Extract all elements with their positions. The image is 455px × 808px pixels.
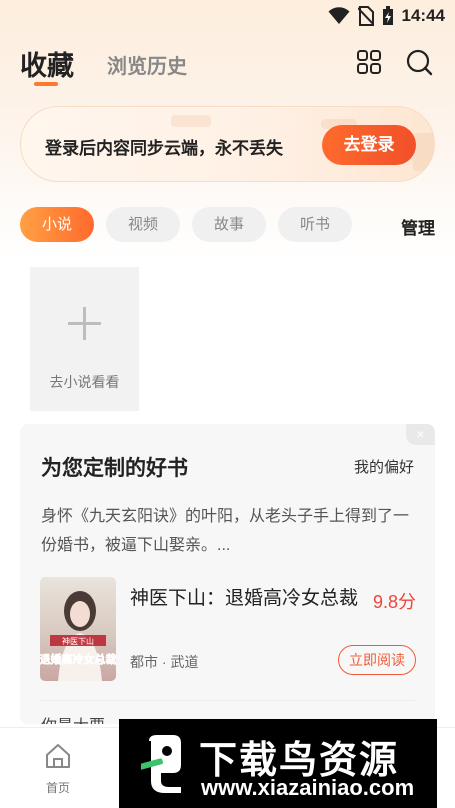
add-tile-label: 去小说看看 xyxy=(49,374,120,390)
recommendation-card: × 为您定制的好书 我的偏好 身怀《九天玄阳诀》的叶阳，从老头子手上得到了一份婚… xyxy=(20,424,435,724)
category-tab-novel[interactable]: 小说 xyxy=(20,207,94,242)
tab-home[interactable]: 首页 xyxy=(38,742,78,796)
category-tab-story[interactable]: 故事 xyxy=(192,207,266,242)
book-score: 9.8分 xyxy=(372,592,416,612)
bird-logo-icon xyxy=(141,735,181,793)
plus-icon-vertical xyxy=(83,307,86,340)
tab-home-label: 首页 xyxy=(45,781,70,795)
card-divider xyxy=(40,700,415,701)
close-icon[interactable]: × xyxy=(406,424,435,445)
book-description[interactable]: 身怀《九天玄阳诀》的叶阳，从老头子手上得到了一份婚书，被逼下山娶亲。... xyxy=(41,502,416,560)
watermark-url: www.xiazainiao.com xyxy=(201,775,415,800)
grid-icon[interactable] xyxy=(355,48,383,76)
status-bar: 14:44 xyxy=(0,0,455,32)
wifi-icon xyxy=(328,7,350,24)
tab-history[interactable]: 浏览历史 xyxy=(107,50,187,79)
category-tab-video[interactable]: 视频 xyxy=(106,207,180,242)
search-icon[interactable] xyxy=(405,48,433,76)
add-novel-tile[interactable]: 去小说看看 xyxy=(30,267,139,411)
next-recommendation-partial: 你最大要 xyxy=(41,712,105,724)
cover-title: 退婚高冷女总裁 xyxy=(40,652,116,666)
cover-subtitle: 神医下山 xyxy=(62,636,94,646)
book-tags: 都市 · 武道 xyxy=(130,654,199,670)
status-time: 14:44 xyxy=(401,6,445,25)
read-now-button[interactable]: 立即阅读 xyxy=(338,645,416,675)
recommendation-title: 为您定制的好书 xyxy=(41,457,188,480)
book-title[interactable]: 神医下山：退婚高冷女总裁 xyxy=(130,586,365,612)
manage-button[interactable]: 管理 xyxy=(401,214,435,239)
banner-decoration xyxy=(413,133,434,171)
watermark-overlay: 下载鸟资源 www.xiazainiao.com xyxy=(119,719,437,808)
banner-message: 登录后内容同步云端，永不丢失 xyxy=(45,139,283,158)
battery-charging-icon xyxy=(382,6,393,25)
category-tab-audiobook[interactable]: 听书 xyxy=(278,207,352,242)
home-icon xyxy=(46,744,70,768)
book-cover[interactable]: 神医下山 退婚高冷女总裁 xyxy=(40,577,116,681)
banner-decoration xyxy=(171,115,211,127)
active-tab-indicator xyxy=(34,82,58,86)
my-preferences-link[interactable]: 我的偏好 xyxy=(354,456,414,477)
tab-favorites[interactable]: 收藏 xyxy=(20,44,74,83)
page-header: 收藏 浏览历史 xyxy=(0,44,455,90)
no-sim-icon xyxy=(357,6,374,26)
book-cover-art: 神医下山 退婚高冷女总裁 xyxy=(40,577,116,681)
login-banner: 登录后内容同步云端，永不丢失 去登录 xyxy=(20,106,435,182)
login-button[interactable]: 去登录 xyxy=(322,125,416,165)
